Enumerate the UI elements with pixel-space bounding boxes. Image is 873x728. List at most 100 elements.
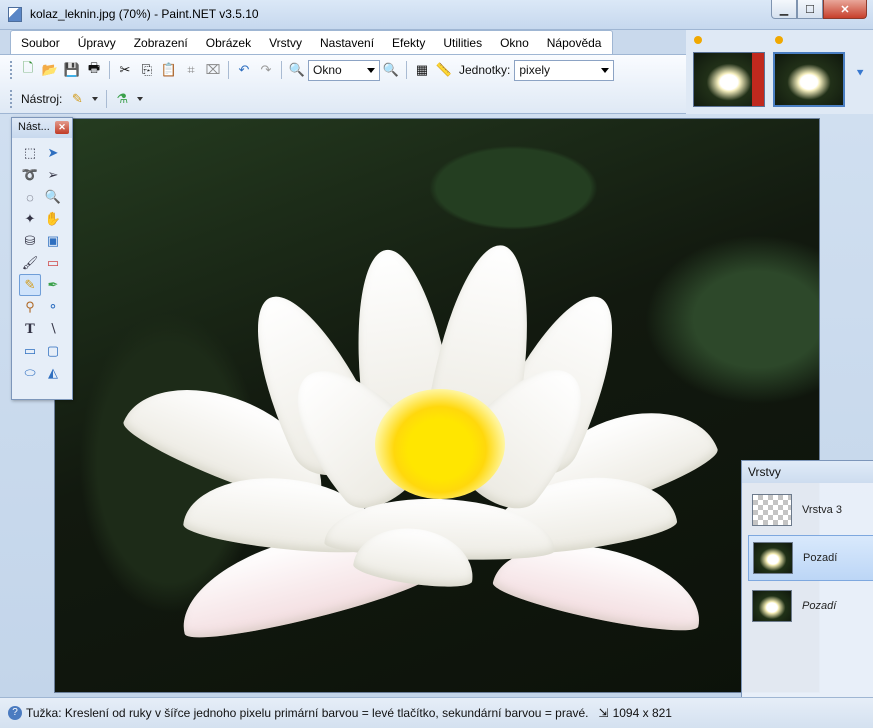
menu-upravy[interactable]: Úpravy — [68, 31, 124, 54]
new-icon[interactable]: 🗋 — [19, 60, 37, 79]
grid-icon[interactable]: ▦ — [413, 61, 431, 79]
tools-window-title-bar[interactable]: Nást... ✕ — [12, 118, 72, 138]
layer-name: Pozadí — [803, 552, 838, 564]
blend-dropdown-arrow[interactable] — [137, 97, 144, 101]
gradient-icon[interactable]: ▣ — [42, 230, 64, 252]
close-button[interactable]: ✕ — [823, 0, 867, 19]
flower-center — [375, 389, 505, 499]
zoom-icon[interactable]: 🔍 — [42, 186, 64, 208]
menu-obrazek[interactable]: Obrázek — [196, 31, 259, 54]
tool-label: Nástroj: — [21, 92, 63, 106]
rounded-rectangle-icon[interactable]: ▢ — [42, 340, 64, 362]
zoom-out-icon[interactable]: 🔍 — [288, 61, 306, 79]
ellipse-icon[interactable]: ⬭ — [19, 362, 41, 384]
menu-utilities[interactable]: Utilities — [433, 31, 490, 54]
lasso-select-icon[interactable]: ➰ — [19, 164, 41, 186]
line-curve-icon[interactable]: ∖ — [42, 318, 64, 340]
menu-vrstvy[interactable]: Vrstvy — [259, 31, 310, 54]
menu-soubor[interactable]: Soubor — [11, 31, 68, 54]
tools-window[interactable]: Nást... ✕ ⬚ ➤ ➰ ➢ ◌ 🔍 ✦ ✋ ⛁ ▣ 🖌 ▭ ✎ ✒ ⚲ … — [11, 117, 73, 400]
save-icon[interactable]: 💾 — [63, 61, 81, 79]
pencil-icon[interactable]: ✎ — [19, 274, 41, 296]
tools-close-button[interactable]: ✕ — [55, 121, 69, 134]
text-icon[interactable]: T — [19, 318, 41, 340]
title-bar: kolaz_leknin.jpg (70%) - Paint.NET v3.5.… — [0, 0, 873, 30]
thumbnail-scroll-icon[interactable]: ⯆ — [855, 66, 865, 81]
menu-napoveda[interactable]: Nápověda — [537, 31, 610, 54]
chevron-down-icon — [601, 67, 610, 73]
crop-icon[interactable]: ⌗ — [182, 61, 200, 79]
tool-grid: ⬚ ➤ ➰ ➢ ◌ 🔍 ✦ ✋ ⛁ ▣ 🖌 ▭ ✎ ✒ ⚲ ⚬ T ∖ ▭ ▢ … — [12, 138, 72, 384]
info-icon: ? — [8, 706, 22, 720]
maximize-icon: ☐ — [805, 3, 815, 16]
zoom-in-icon[interactable]: 🔍 — [382, 61, 400, 79]
blend-mode-icon[interactable]: ⚗ — [113, 90, 131, 108]
menu-okno[interactable]: Okno — [490, 31, 537, 54]
zoom-combo-value: Okno — [313, 63, 342, 77]
unsaved-star-icon — [694, 36, 702, 44]
window-title: kolaz_leknin.jpg (70%) - Paint.NET v3.5.… — [30, 7, 259, 21]
eraser-icon[interactable]: ▭ — [42, 252, 64, 274]
toolbar-grip[interactable] — [10, 90, 13, 108]
freeform-shape-icon[interactable]: ◭ — [42, 362, 64, 384]
image-size: 1094 x 821 — [612, 706, 672, 720]
image-thumbnail-2[interactable] — [773, 52, 845, 107]
window-controls: ▁ ☐ ✕ — [771, 0, 867, 19]
clone-stamp-icon[interactable]: ⚲ — [19, 296, 41, 318]
recolor-icon[interactable]: ⚬ — [42, 296, 64, 318]
unsaved-star-icon — [775, 36, 783, 44]
layer-item-vrstva-3[interactable]: Vrstva 3 — [748, 487, 873, 533]
print-icon[interactable]: 🖶 — [85, 60, 103, 79]
layer-thumbnail — [753, 542, 793, 574]
close-icon: ✕ — [840, 3, 850, 16]
move-selection-icon[interactable]: ➤ — [42, 142, 64, 164]
units-combo-value: pixely — [519, 63, 551, 77]
rectangle-icon[interactable]: ▭ — [19, 340, 41, 362]
redo-icon[interactable]: ↷ — [257, 61, 275, 79]
ellipse-select-icon[interactable]: ◌ — [19, 186, 41, 208]
units-combo[interactable]: pixely — [514, 59, 615, 81]
tool-options-toolbar: Nástroj: ✎ ⚗ — [10, 86, 147, 112]
app-icon — [8, 7, 22, 22]
status-text: Tužka: Kreslení od ruky v šířce jednoho … — [26, 706, 589, 720]
move-selected-icon[interactable]: ➢ — [42, 164, 64, 186]
undo-icon[interactable]: ↶ — [235, 61, 253, 79]
magic-wand-icon[interactable]: ✦ — [19, 208, 41, 230]
toolbar-separator — [228, 61, 229, 79]
layer-thumbnail — [752, 590, 792, 622]
chevron-down-icon — [367, 67, 375, 73]
toolbar-grip[interactable] — [10, 61, 13, 79]
toolbar-separator — [106, 90, 108, 108]
color-picker-icon[interactable]: ✒ — [42, 274, 64, 296]
rectangle-select-icon[interactable]: ⬚ — [19, 142, 41, 164]
paste-icon[interactable]: 📋 — [160, 61, 178, 79]
zoom-combo[interactable]: Okno — [308, 59, 380, 81]
image-size-icon: ⇲ — [598, 706, 609, 720]
paint-bucket-icon[interactable]: ⛁ — [19, 230, 41, 252]
ruler-icon[interactable]: 📏 — [435, 61, 453, 79]
toolbar-area: 🗋 📂 💾 🖶 ✂ ⎘ 📋 ⌗ ⌧ ↶ ↷ 🔍 Okno 🔍 ▦ 📏 Jedno… — [0, 54, 686, 114]
layers-window[interactable]: Vrstvy Vrstva 3 Pozadí Pozadí ＋ ✖ ❐ ⇊ ▲ … — [741, 460, 873, 728]
layer-item-pozadi[interactable]: Pozadí — [748, 583, 873, 629]
minimize-icon: ▁ — [779, 3, 789, 16]
copy-icon[interactable]: ⎘ — [138, 61, 156, 79]
tools-window-title: Nást... — [18, 121, 50, 133]
main-toolbar: 🗋 📂 💾 🖶 ✂ ⎘ 📋 ⌗ ⌧ ↶ ↷ 🔍 Okno 🔍 ▦ 📏 Jedno… — [10, 57, 615, 83]
image-canvas[interactable] — [54, 118, 820, 693]
pan-icon[interactable]: ✋ — [42, 208, 64, 230]
layer-name: Vrstva 3 — [802, 504, 842, 516]
paintbrush-icon[interactable]: 🖌 — [19, 252, 41, 274]
menu-efekty[interactable]: Efekty — [382, 31, 433, 54]
open-icon[interactable]: 📂 — [41, 61, 59, 79]
image-thumbnail-1[interactable] — [693, 52, 765, 107]
menu-zobrazeni[interactable]: Zobrazení — [124, 31, 196, 54]
menu-nastaveni[interactable]: Nastavení — [310, 31, 382, 54]
cut-icon[interactable]: ✂ — [116, 61, 134, 79]
deselect-icon[interactable]: ⌧ — [204, 61, 222, 79]
menu-bar: Soubor Úpravy Zobrazení Obrázek Vrstvy N… — [10, 30, 613, 54]
layer-item-pozadi-selected[interactable]: Pozadí — [748, 535, 873, 581]
tool-dropdown-arrow[interactable] — [92, 97, 99, 101]
maximize-button[interactable]: ☐ — [797, 0, 823, 19]
minimize-button[interactable]: ▁ — [771, 0, 797, 19]
pencil-tool-icon[interactable]: ✎ — [68, 90, 86, 108]
